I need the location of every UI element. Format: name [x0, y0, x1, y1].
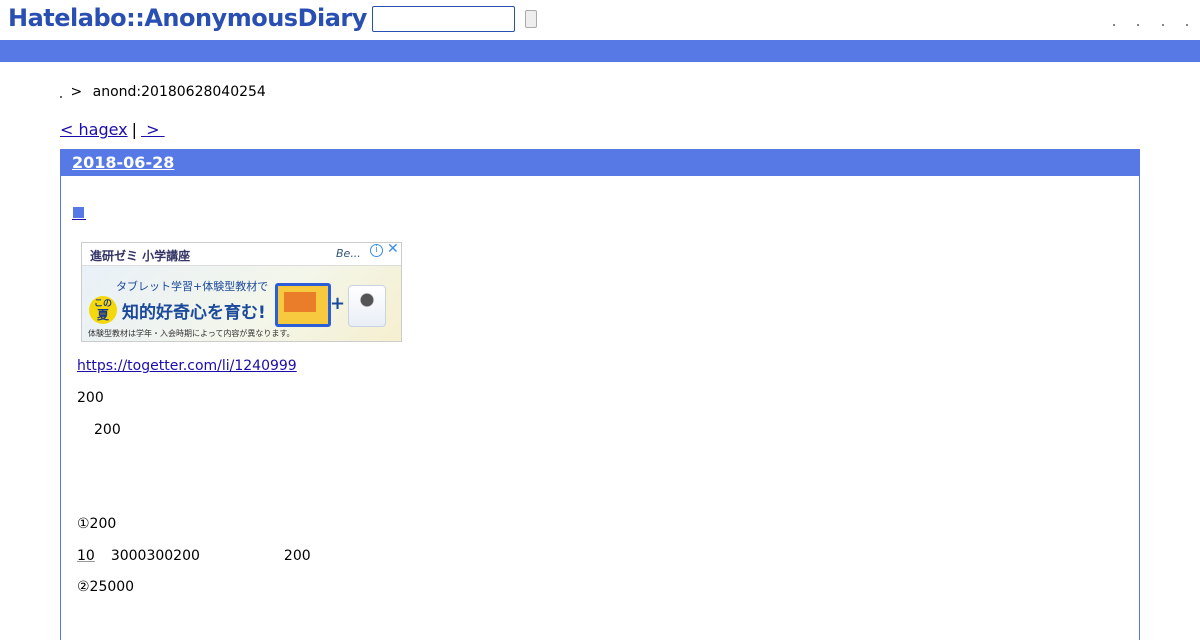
- entry-paragraph: https://togetter.com/li/1240999: [77, 358, 297, 374]
- nav-separator: |: [131, 120, 138, 139]
- ad-brand-logo: Be...: [336, 247, 361, 260]
- next-entry-link[interactable]: >: [141, 120, 165, 139]
- ad-plus-sign: +: [330, 293, 346, 314]
- diary-day: 2018-06-28 進研ゼミ 小学講座 Be... i ✕ タブレット学習+体…: [60, 149, 1140, 640]
- header-link-2[interactable]: [1137, 24, 1140, 26]
- ad-headline: 知的好奇心を育む!: [122, 303, 266, 323]
- prev-entry-link[interactable]: < hagex: [60, 120, 128, 139]
- header-link-1[interactable]: [1112, 24, 1115, 26]
- search-input[interactable]: [372, 6, 515, 32]
- breadcrumb: > anond:20180628040254: [60, 84, 266, 100]
- keyword-link[interactable]: 10: [77, 548, 95, 564]
- ad-banner[interactable]: 進研ゼミ 小学講座 Be... i ✕ タブレット学習+体験型教材で この 夏 …: [81, 242, 402, 342]
- search-button[interactable]: [525, 10, 537, 28]
- day-date-link[interactable]: 2018-06-28: [72, 153, 174, 172]
- togetter-link[interactable]: https://togetter.com/li/1240999: [77, 358, 297, 374]
- ad-title: 進研ゼミ 小学講座: [90, 249, 191, 263]
- ad-info-icon[interactable]: i: [370, 244, 383, 257]
- experiment-kit-icon: [348, 285, 386, 327]
- ad-header: 進研ゼミ 小学講座 Be... i ✕: [82, 243, 401, 266]
- entry-number: 3000300200: [110, 548, 200, 564]
- header-link-4[interactable]: [1186, 24, 1188, 26]
- entry-paragraph: 200: [94, 422, 121, 438]
- header-bar: [0, 40, 1200, 62]
- ad-close-icon[interactable]: ✕: [387, 243, 399, 256]
- day-header: 2018-06-28: [61, 150, 1139, 176]
- header-link-3[interactable]: [1161, 24, 1164, 26]
- header-menu: [1095, 14, 1188, 30]
- breadcrumb-home-link[interactable]: [60, 96, 62, 98]
- breadcrumb-current: anond:20180628040254: [92, 84, 266, 100]
- tablet-icon: [275, 283, 331, 327]
- entry-paragraph: 200: [77, 390, 104, 406]
- ad-tagline: タブレット学習+体験型教材で: [116, 280, 269, 293]
- ad-footnote: 体験型教材は学年・入会時期によって内容が異なります。: [88, 329, 295, 338]
- entry-number: 200: [283, 548, 311, 564]
- site-logo[interactable]: Hatelabo::AnonymousDiary: [8, 4, 367, 32]
- entry-paragraph: ②25000: [77, 579, 135, 595]
- site-header: Hatelabo::AnonymousDiary: [0, 0, 1200, 40]
- entry-navigation: < hagex | >: [60, 120, 165, 139]
- breadcrumb-separator: >: [70, 84, 83, 100]
- entry-permalink[interactable]: [72, 206, 86, 220]
- ad-summer-badge: この 夏: [89, 296, 117, 324]
- square-icon: [73, 207, 84, 218]
- entry-paragraph: ①200: [77, 516, 117, 532]
- entry-paragraph: 10 3000300200 200: [77, 548, 311, 564]
